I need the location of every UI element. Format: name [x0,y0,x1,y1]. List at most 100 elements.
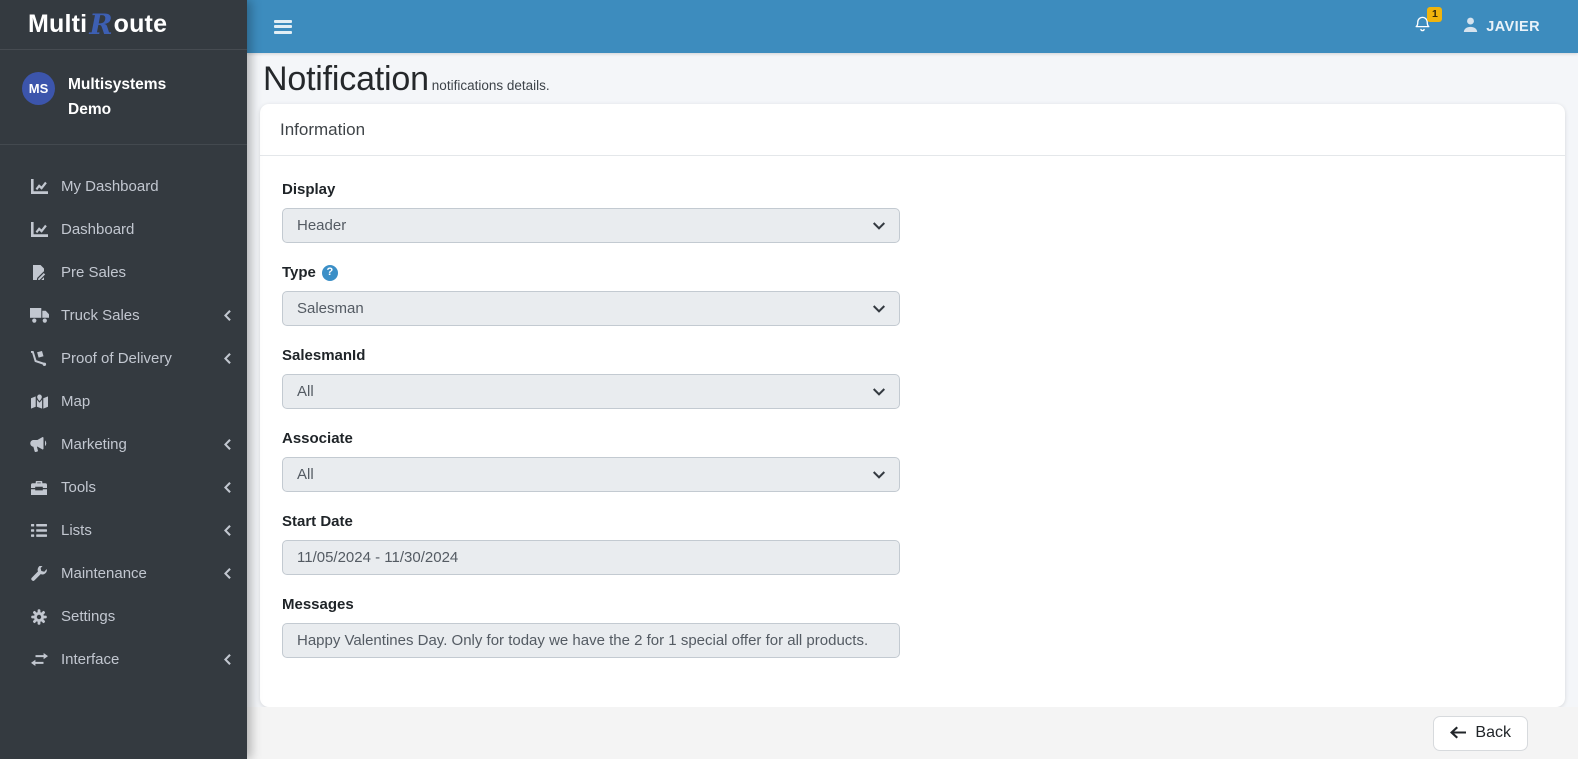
sidebar-item-label: Truck Sales [61,307,140,324]
card-title: Information [260,104,1565,156]
sidebar-item-my-dashboard[interactable]: My Dashboard [0,165,247,208]
toolbox-icon [28,480,50,495]
list-icon [28,524,50,537]
associate-select-value: All [297,466,314,483]
sidebar-item-label: Proof of Delivery [61,350,172,367]
display-select-value: Header [297,217,347,234]
sidebar-item-interface[interactable]: Interface [0,638,247,681]
associate-select[interactable]: All [282,457,900,492]
dolly-icon [28,351,50,366]
sidebar: Multi Route MS Multisystems Demo My Dashb… [0,0,247,759]
messages-input[interactable]: Happy Valentines Day. Only for today we … [282,623,900,658]
page-title: Notification [263,60,429,98]
sidebar-item-label: Dashboard [61,221,135,238]
form-group-salesmanid: SalesmanId All [282,346,1543,409]
chevron-left-icon [224,654,231,665]
file-pen-icon [28,265,50,280]
arrow-left-icon [1450,726,1467,739]
map-marked-icon [28,394,50,409]
bullhorn-icon [28,437,50,452]
sidebar-item-proof-of-delivery[interactable]: Proof of Delivery [0,337,247,380]
display-select[interactable]: Header [282,208,900,243]
sidebar-item-marketing[interactable]: Marketing [0,423,247,466]
top-navbar: 1 JAVIER [247,0,1578,53]
sidebar-item-lists[interactable]: Lists [0,509,247,552]
page-footer: Back [247,707,1578,759]
start-date-input[interactable]: 11/05/2024 - 11/30/2024 [282,540,900,575]
sidebar-item-settings[interactable]: Settings [0,595,247,638]
page-subtitle: notifications details. [431,78,550,93]
brand-text-r: R [89,7,113,41]
chart-line-icon [28,222,50,237]
caret-down-icon [873,387,885,396]
salesmanid-select-value: All [297,383,314,400]
page-header: Notification notifications details. [260,53,1565,104]
sidebar-item-dashboard[interactable]: Dashboard [0,208,247,251]
type-select[interactable]: Salesman [282,291,900,326]
sidebar-item-label: Maintenance [61,565,147,582]
sidebar-item-label: My Dashboard [61,178,159,195]
back-button[interactable]: Back [1433,715,1528,751]
sidebar-item-label: Marketing [61,436,127,453]
brand-text-multi: Multi [28,10,88,38]
chevron-left-icon [224,482,231,493]
hamburger-menu-icon[interactable] [272,16,294,38]
avatar: MS [22,72,55,105]
start-date-label: Start Date [282,513,353,530]
information-card: Information Display Header Type ? Salesm… [260,104,1565,707]
form-group-messages: Messages Happy Valentines Day. Only for … [282,595,1543,658]
content: Notification notifications details. Info… [247,53,1578,707]
salesmanid-select[interactable]: All [282,374,900,409]
messages-value: Happy Valentines Day. Only for today we … [297,632,869,649]
sidebar-item-label: Map [61,393,91,410]
brand-text-oute: oute [113,10,168,38]
form-group-type: Type ? Salesman [282,263,1543,326]
type-label: Type [282,264,316,281]
card-body: Display Header Type ? Salesman SalesmanI… [260,156,1565,707]
form-group-display: Display Header [282,180,1543,243]
chevron-left-icon [224,353,231,364]
sidebar-item-truck-sales[interactable]: Truck Sales [0,294,247,337]
messages-label: Messages [282,596,354,613]
help-question-icon[interactable]: ? [321,264,338,281]
user-name-line2: Demo [68,101,112,118]
user-panel: MS Multisystems Demo [0,50,247,145]
associate-label: Associate [282,430,353,447]
sidebar-item-map[interactable]: Map [0,380,247,423]
display-label: Display [282,181,336,198]
sidebar-item-label: Tools [61,479,97,496]
sidebar-item-label: Lists [61,522,92,539]
form-group-associate: Associate All [282,429,1543,492]
navbar-right: 1 JAVIER [1414,7,1540,38]
sidebar-item-label: Settings [61,608,116,625]
chevron-left-icon [224,310,231,321]
chevron-left-icon [224,568,231,579]
chart-line-icon [28,179,50,194]
exchange-icon [28,653,50,666]
sidebar-item-maintenance[interactable]: Maintenance [0,552,247,595]
sidebar-item-label: Pre Sales [61,264,127,281]
sidebar-item-tools[interactable]: Tools [0,466,247,509]
brand-logo[interactable]: Multi Route [0,0,247,50]
sidebar-nav: My Dashboard Dashboard Pre Sales Truck S… [0,145,247,681]
form-group-start-date: Start Date 11/05/2024 - 11/30/2024 [282,512,1543,575]
user-panel-name[interactable]: Multisystems Demo [68,72,166,122]
caret-down-icon [873,470,885,479]
back-button-label: Back [1475,723,1511,741]
type-select-value: Salesman [297,300,364,317]
notification-count-badge: 1 [1427,7,1443,22]
gear-icon [28,608,50,625]
main-area: 1 JAVIER Notification notifications deta… [247,0,1578,759]
wrench-icon [28,565,50,582]
sidebar-item-pre-sales[interactable]: Pre Sales [0,251,247,294]
notifications-button[interactable]: 1 [1414,7,1443,38]
user-menu[interactable]: JAVIER [1463,17,1540,36]
chevron-left-icon [224,525,231,536]
user-name-line1: Multisystems [68,76,167,93]
caret-down-icon [873,304,885,313]
start-date-value: 11/05/2024 - 11/30/2024 [297,549,459,566]
truck-icon [28,308,50,323]
salesmanid-label: SalesmanId [282,347,366,364]
sidebar-item-label: Interface [61,651,120,668]
caret-down-icon [873,221,885,230]
